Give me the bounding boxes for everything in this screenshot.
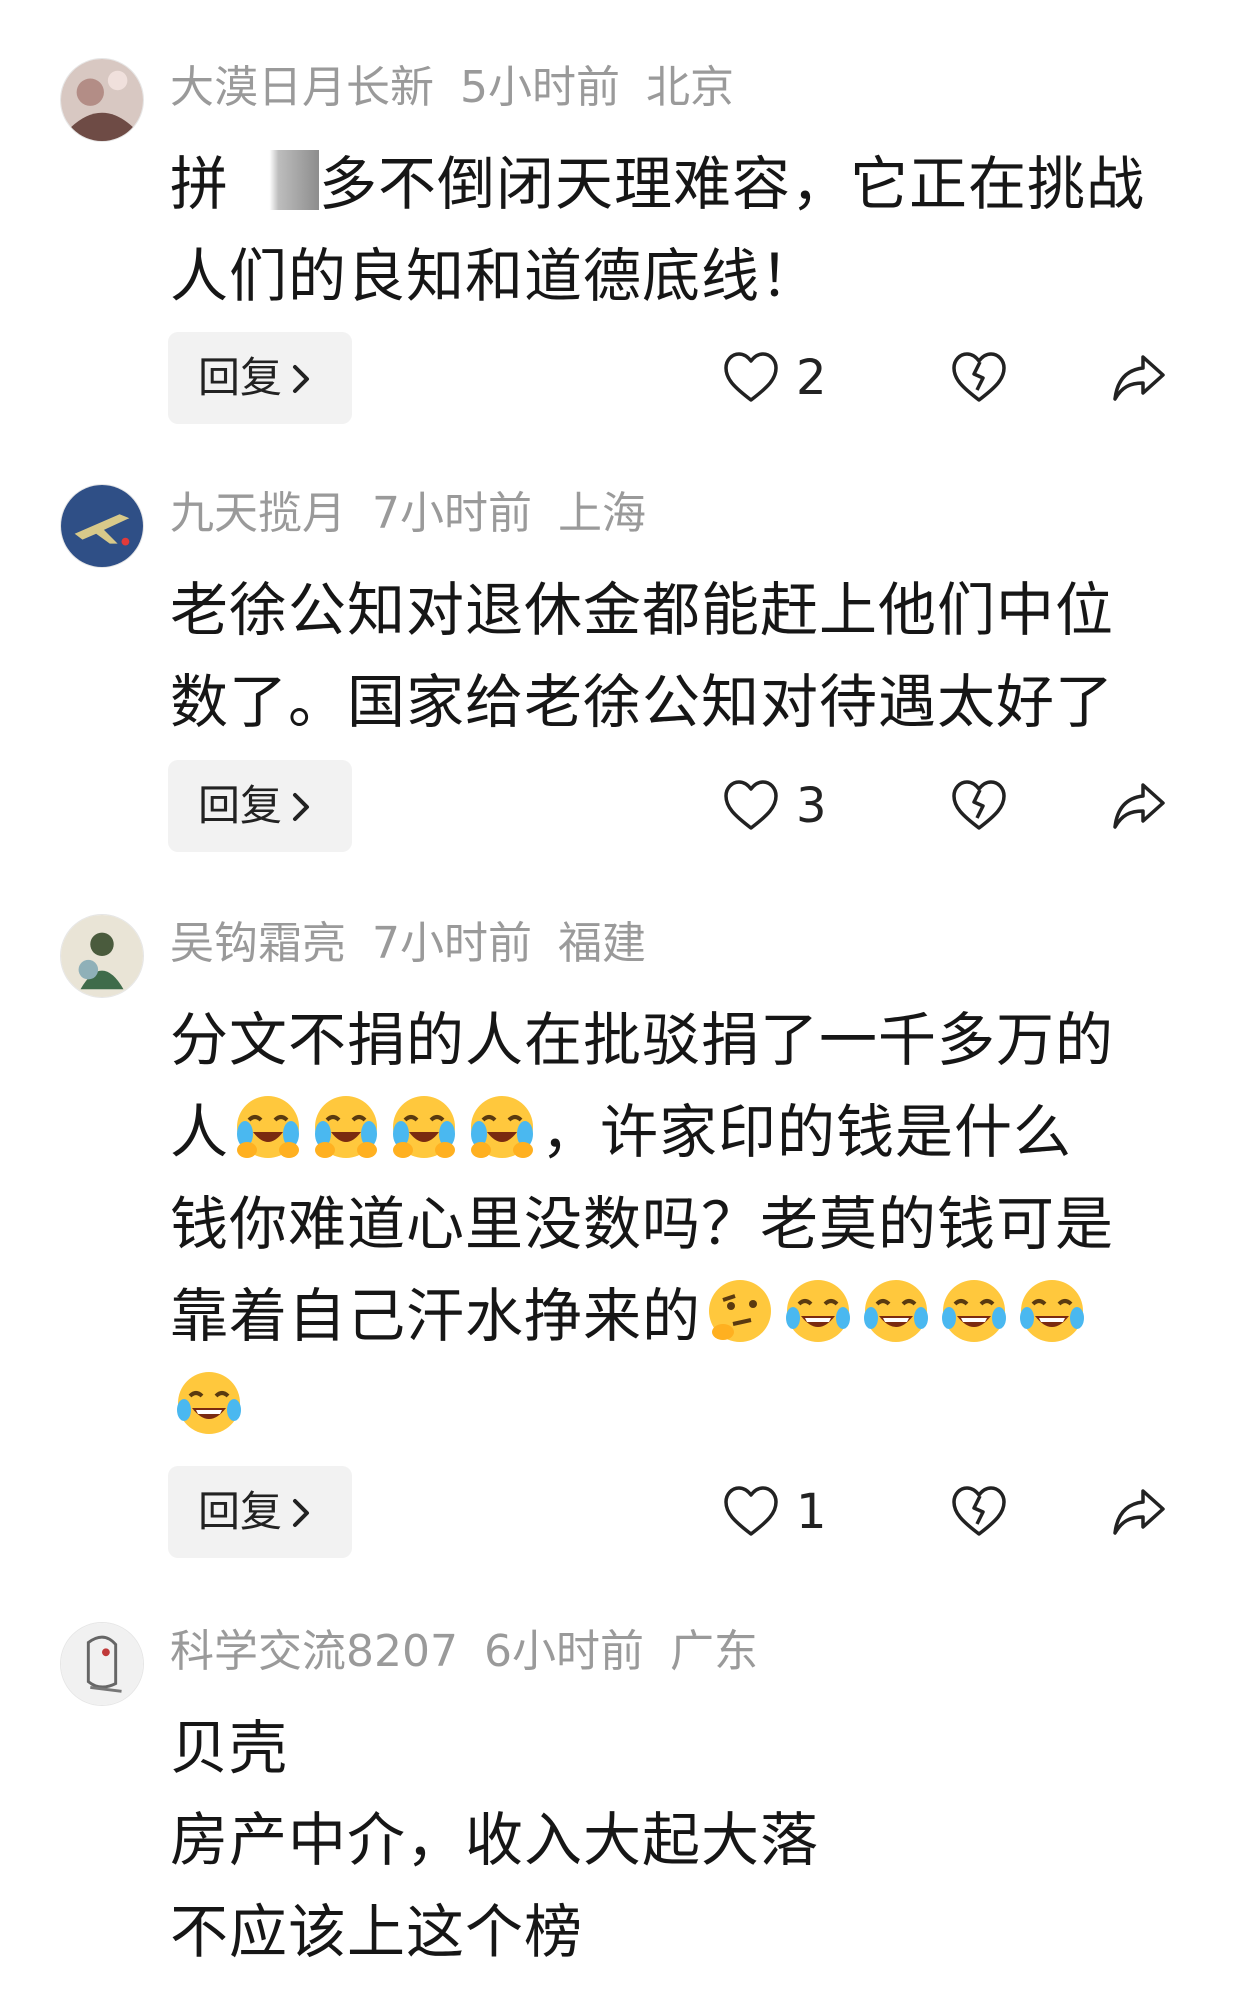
comment-meta: 大漠日月长新 5小时前 北京 <box>170 58 760 118</box>
broken-heart-icon[interactable] <box>950 1483 1008 1541</box>
comment-meta: 科学交流8207 6小时前 广东 <box>170 1622 784 1682</box>
tears-of-joy-emoji <box>937 1274 1011 1348</box>
comment-text-line: 钱你难道心里没数吗？老莫的钱可是 <box>170 1190 1115 1258</box>
heart-outline-icon[interactable] <box>722 1483 780 1541</box>
timestamp: 5小时前 <box>460 62 620 113</box>
share-arrow-icon[interactable] <box>1110 349 1168 407</box>
username[interactable]: 九天揽月 <box>170 488 346 539</box>
share-arrow-icon[interactable] <box>1110 777 1168 835</box>
tears-of-joy-emoji <box>1015 1274 1089 1348</box>
avatar[interactable] <box>60 484 144 568</box>
comment-text-line: 房产中介，收入大起大落 <box>170 1806 820 1874</box>
comment-text: 拼 多不倒闭天理难容，它正在挑战 人们的良知和道德底线！ <box>170 138 1180 322</box>
comment-text-line: 分文不捐的人在批驳捐了一千多万的 <box>170 1006 1115 1074</box>
tears-of-joy-emoji <box>781 1274 855 1348</box>
like-count: 1 <box>796 1484 827 1540</box>
broken-heart-icon[interactable] <box>950 777 1008 835</box>
thinking-face-emoji <box>703 1274 777 1348</box>
reply-label: 回复 <box>198 353 283 402</box>
avatar[interactable] <box>60 1622 144 1706</box>
comment-text-line: 数了。国家给老徐公知对待遇太好了 <box>170 668 1115 736</box>
redaction-mark <box>229 150 320 210</box>
crying-laughing-hands-emoji <box>309 1090 383 1164</box>
comment-text-line: 老徐公知对退休金都能赶上他们中位 <box>170 576 1115 644</box>
location: 北京 <box>646 62 734 113</box>
username[interactable]: 大漠日月长新 <box>170 62 434 113</box>
tears-of-joy-emoji <box>172 1366 246 1440</box>
crying-laughing-hands-emoji <box>387 1090 461 1164</box>
like-count: 3 <box>796 778 827 834</box>
tears-of-joy-emoji <box>859 1274 933 1348</box>
comment-text-line: 人们的良知和道德底线！ <box>170 242 820 310</box>
avatar[interactable] <box>60 914 144 998</box>
timestamp: 6小时前 <box>483 1626 644 1677</box>
comment-text-part: 靠着自己汗水挣来的 <box>170 1282 702 1350</box>
chevron-right-icon <box>293 1499 310 1527</box>
location: 上海 <box>558 488 646 539</box>
username[interactable]: 科学交流8207 <box>170 1626 458 1677</box>
comment-text-line: 贝壳 <box>170 1714 289 1782</box>
crying-laughing-hands-emoji <box>465 1090 539 1164</box>
comment-text: 贝壳 房产中介，收入大起大落 不应该上这个榜 <box>170 1702 1180 1978</box>
reply-button[interactable]: 回复 <box>168 332 352 424</box>
reply-button[interactable]: 回复 <box>168 1466 352 1558</box>
comment-text-part: 多不倒闭天理难容，它正在挑战 <box>319 150 1146 218</box>
location: 福建 <box>558 918 646 969</box>
comment-text: 分文不捐的人在批驳捐了一千多万的 人 ，许家印的钱是什么 钱你难道心里没数吗？老莫… <box>170 994 1180 1454</box>
comment-text-part: 人 <box>170 1098 230 1166</box>
comment-meta: 吴钩霜亮 7小时前 福建 <box>170 914 672 974</box>
reply-button[interactable]: 回复 <box>168 760 352 852</box>
timestamp: 7小时前 <box>372 918 532 969</box>
username[interactable]: 吴钩霜亮 <box>170 918 346 969</box>
timestamp: 7小时前 <box>372 488 532 539</box>
avatar[interactable] <box>60 58 144 142</box>
chevron-right-icon <box>293 365 310 393</box>
chevron-right-icon <box>293 793 310 821</box>
reply-label: 回复 <box>198 781 283 830</box>
broken-heart-icon[interactable] <box>950 349 1008 407</box>
share-arrow-icon[interactable] <box>1110 1483 1168 1541</box>
comment-text-part: ，许家印的钱是什么 <box>541 1098 1073 1166</box>
reply-label: 回复 <box>198 1487 283 1536</box>
location: 广东 <box>669 1626 758 1677</box>
crying-laughing-hands-emoji <box>231 1090 305 1164</box>
heart-outline-icon[interactable] <box>722 349 780 407</box>
comment-text: 老徐公知对退休金都能赶上他们中位 数了。国家给老徐公知对待遇太好了 <box>170 564 1180 748</box>
like-count: 2 <box>796 350 827 406</box>
comment-text-line: 不应该上这个榜 <box>170 1898 584 1966</box>
comment-text-part: 拼 <box>170 150 230 218</box>
comment-meta: 九天揽月 7小时前 上海 <box>170 484 672 544</box>
heart-outline-icon[interactable] <box>722 777 780 835</box>
